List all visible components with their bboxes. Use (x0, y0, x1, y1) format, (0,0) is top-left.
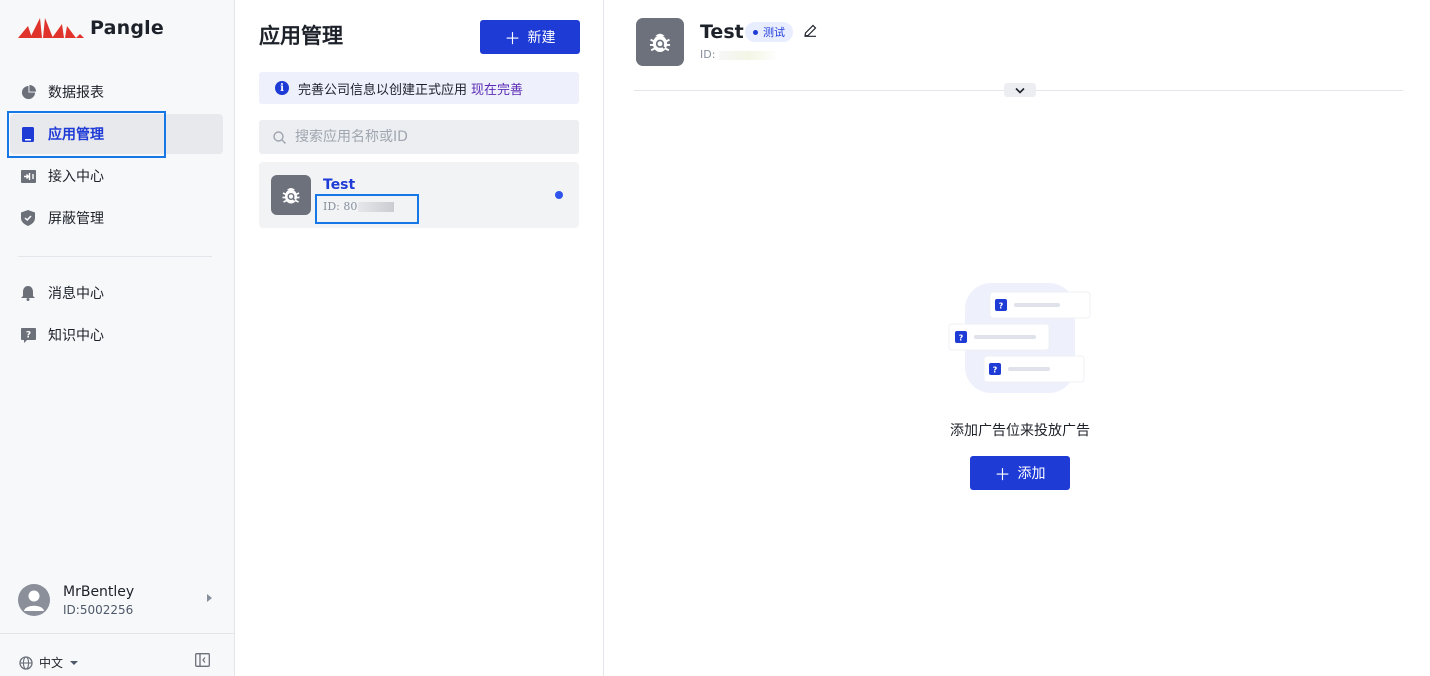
app-id: ID: 80 (323, 200, 395, 213)
user-id: ID:5002256 (63, 602, 134, 617)
add-button-label: 添加 (1017, 466, 1046, 482)
user-profile[interactable]: MrBentley ID:5002256 (18, 580, 218, 620)
sidebar-item-integration[interactable]: 接入中心 (10, 156, 223, 196)
sidebar-item-knowledge[interactable]: ? 知识中心 (10, 315, 223, 355)
redacted-patch (358, 202, 395, 212)
collapse-sidebar-icon[interactable] (195, 653, 210, 667)
svg-text:?: ? (993, 366, 998, 375)
plus-icon: ＋ (994, 465, 1011, 484)
sidebar-item-reports[interactable]: 数据报表 (10, 72, 223, 112)
svg-text:?: ? (25, 330, 30, 340)
complete-now-link[interactable]: 现在完善 (471, 79, 523, 98)
search-box[interactable] (259, 120, 579, 154)
expand-toggle[interactable] (1004, 83, 1036, 97)
shield-icon (20, 210, 36, 226)
sidebar-item-label: 知识中心 (48, 328, 104, 344)
pie-chart-icon (20, 84, 36, 100)
badge-dot (753, 29, 758, 35)
add-ad-unit-button[interactable]: ＋ 添加 (970, 456, 1070, 490)
status-badge: 测试 (745, 22, 793, 42)
avatar (18, 584, 50, 616)
badge-label: 测试 (763, 26, 785, 39)
sidebar-footer: 中文 (0, 633, 234, 676)
caret-right-icon[interactable] (207, 594, 212, 602)
app-name: Test (323, 177, 356, 193)
language-selector[interactable]: 中文 (19, 654, 79, 671)
integration-icon (20, 168, 36, 184)
svg-text:?: ? (999, 302, 1004, 311)
app-list-item[interactable]: Test ID: 80 (259, 162, 579, 228)
plus-icon: ＋ (504, 29, 521, 48)
pangle-logo[interactable]: Pangle (18, 16, 164, 40)
app-list-panel: 应用管理 ＋ 新建 i 完善公司信息以创建正式应用 现在完善 搜索应用名称或ID… (235, 0, 604, 676)
brand-name: Pangle (90, 17, 164, 39)
sidebar: Pangle 数据报表 应用管理 接入中心 屏蔽管理 消息中心 ? 知识中心 M… (0, 0, 235, 676)
user-name: MrBentley (63, 583, 135, 600)
notice-text: 完善公司信息以创建正式应用 (298, 82, 468, 98)
sidebar-item-label: 数据报表 (48, 85, 104, 101)
sidebar-item-blocking[interactable]: 屏蔽管理 (10, 198, 223, 238)
empty-state-illustration: ? ? ? (948, 283, 1091, 393)
search-input[interactable] (295, 129, 565, 145)
sidebar-item-messages[interactable]: 消息中心 (10, 273, 223, 313)
sidebar-item-label: 应用管理 (48, 127, 104, 143)
app-detail-panel: Test 测试 ID: ? ? ? 添加广告位来投放广告 ＋ 添加 (605, 0, 1430, 676)
bug-icon (271, 175, 311, 215)
status-dot (555, 191, 563, 199)
info-notice: i 完善公司信息以创建正式应用 现在完善 (259, 72, 579, 104)
chevron-down-icon (1015, 87, 1025, 94)
sidebar-item-label: 屏蔽管理 (48, 211, 104, 227)
sidebar-item-app-management[interactable]: 应用管理 (10, 114, 223, 154)
empty-state-text: 添加广告位来投放广告 (950, 423, 1090, 439)
sidebar-item-label: 接入中心 (48, 169, 104, 185)
detail-id-label: ID: (700, 48, 719, 61)
redacted-patch (718, 50, 779, 60)
pangle-logo-mark-icon (18, 18, 84, 38)
globe-icon (19, 655, 33, 670)
sidebar-item-label: 消息中心 (48, 286, 104, 302)
search-icon (273, 130, 286, 144)
page-title: 应用管理 (259, 24, 343, 48)
new-app-button-label: 新建 (527, 30, 556, 46)
app-id-text: ID: 80 (323, 200, 358, 213)
detail-app-name: Test (700, 21, 744, 43)
app-icon (20, 126, 36, 142)
bug-icon (636, 18, 684, 66)
sidebar-divider (18, 256, 212, 257)
new-app-button[interactable]: ＋ 新建 (480, 20, 580, 54)
svg-text:?: ? (959, 334, 964, 343)
info-icon: i (275, 81, 289, 95)
caret-down-icon (70, 660, 79, 665)
edit-icon[interactable] (804, 24, 817, 37)
detail-app-id: ID: (700, 48, 779, 61)
bell-icon (20, 285, 36, 301)
help-icon: ? (20, 327, 36, 343)
language-label: 中文 (39, 656, 64, 670)
